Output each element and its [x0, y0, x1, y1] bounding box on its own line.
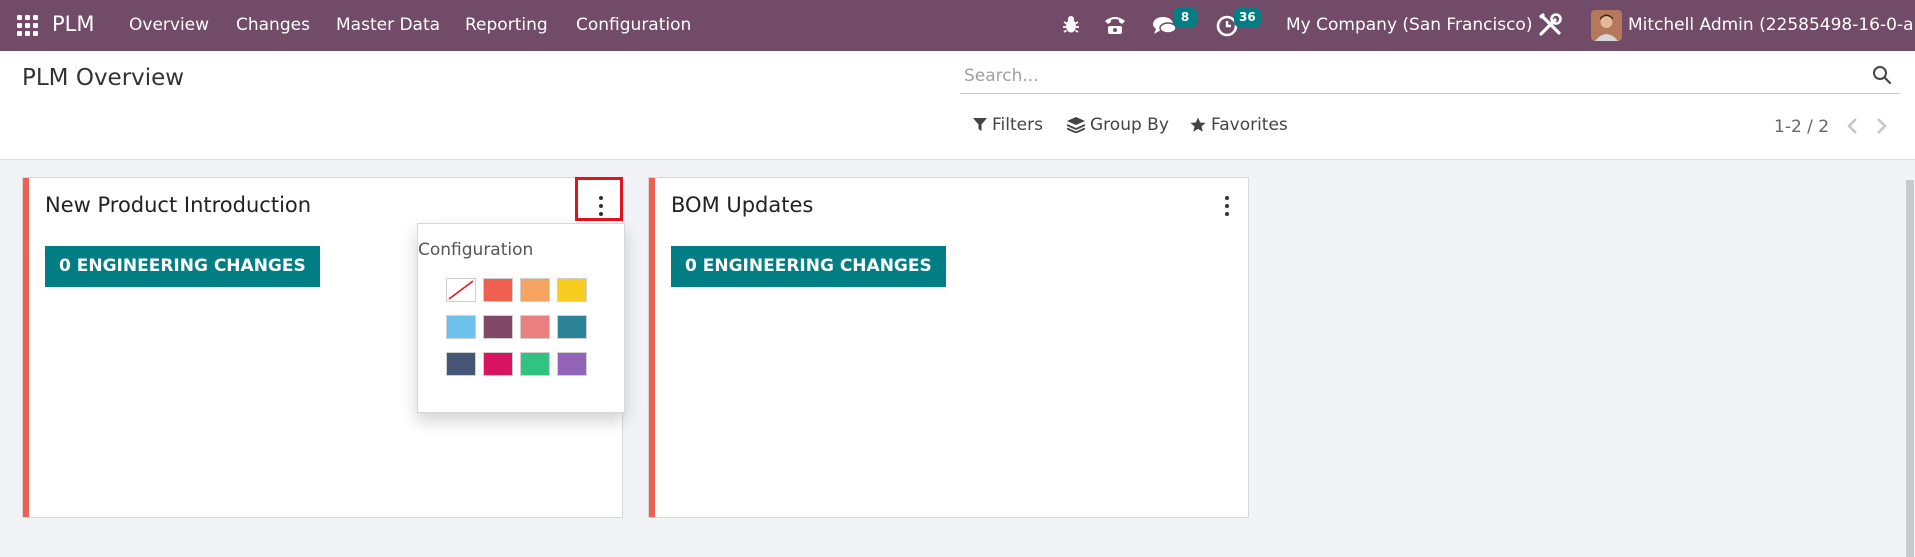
company-switcher[interactable]: My Company (San Francisco) — [1286, 15, 1532, 35]
color-swatch[interactable] — [520, 278, 550, 302]
pager-previous-icon[interactable] — [1842, 115, 1864, 137]
kebab-menu-icon[interactable] — [1221, 194, 1233, 218]
top-navbar: PLM Overview Changes Master Data Reporti… — [0, 0, 1915, 51]
search-bar — [960, 59, 1900, 94]
filter-icon — [973, 118, 987, 131]
color-swatch[interactable] — [483, 352, 513, 376]
card-title: BOM Updates — [671, 193, 814, 217]
menu-configuration[interactable]: Configuration — [576, 15, 691, 35]
filters-button[interactable]: Filters — [973, 115, 1043, 135]
color-swatch[interactable] — [557, 278, 587, 302]
layers-icon — [1067, 117, 1085, 133]
bug-icon[interactable] — [1057, 11, 1085, 39]
color-swatch[interactable] — [520, 352, 550, 376]
color-swatch[interactable] — [520, 315, 550, 339]
activities-badge: 36 — [1234, 8, 1261, 27]
tools-icon[interactable] — [1536, 11, 1564, 39]
favorites-label: Favorites — [1211, 115, 1288, 135]
color-swatch[interactable] — [446, 315, 476, 339]
menu-master-data[interactable]: Master Data — [336, 15, 440, 35]
apps-grid-icon[interactable] — [17, 15, 39, 37]
control-panel: PLM Overview Filters Group By Favorites … — [0, 51, 1915, 160]
pager-value[interactable]: 1-2 / 2 — [1774, 117, 1829, 137]
color-swatch[interactable] — [557, 352, 587, 376]
user-menu[interactable]: Mitchell Admin (22585498-16-0-all) — [1628, 15, 1915, 35]
menu-overview[interactable]: Overview — [129, 15, 209, 35]
page-title: PLM Overview — [22, 65, 185, 91]
menu-reporting[interactable]: Reporting — [465, 15, 548, 35]
color-swatch[interactable] — [446, 352, 476, 376]
favorites-button[interactable]: Favorites — [1190, 115, 1288, 135]
kanban-card-bom-updates[interactable]: BOM Updates 0 ENGINEERING CHANGES — [648, 177, 1249, 518]
star-icon — [1190, 117, 1206, 132]
scrollbar-thumb[interactable] — [1906, 180, 1914, 557]
color-swatch[interactable] — [557, 315, 587, 339]
pager-next-icon[interactable] — [1870, 115, 1892, 137]
filters-label: Filters — [992, 115, 1043, 135]
search-icon[interactable] — [1872, 65, 1892, 85]
card-color-stripe — [23, 178, 29, 517]
search-input[interactable] — [962, 61, 1846, 91]
group-by-button[interactable]: Group By — [1067, 115, 1169, 135]
chat-bubbles-icon[interactable]: 8 — [1151, 8, 1197, 39]
color-swatch[interactable] — [483, 278, 513, 302]
menu-changes[interactable]: Changes — [236, 15, 310, 35]
color-swatch[interactable] — [483, 315, 513, 339]
group-by-label: Group By — [1090, 115, 1169, 135]
clock-icon[interactable]: 36 — [1214, 8, 1261, 39]
color-swatch-none[interactable] — [446, 278, 476, 302]
highlight-box — [575, 177, 623, 221]
user-avatar[interactable] — [1591, 10, 1622, 41]
engineering-changes-button[interactable]: 0 ENGINEERING CHANGES — [671, 246, 946, 287]
card-color-stripe — [649, 178, 655, 517]
phone-icon[interactable] — [1101, 11, 1129, 39]
card-config-dropdown: Configuration — [417, 223, 625, 413]
engineering-changes-button[interactable]: 0 ENGINEERING CHANGES — [45, 246, 320, 287]
dropdown-header: Configuration — [418, 240, 534, 260]
messages-badge: 8 — [1173, 8, 1197, 27]
card-title: New Product Introduction — [45, 193, 312, 217]
app-brand[interactable]: PLM — [52, 12, 94, 36]
